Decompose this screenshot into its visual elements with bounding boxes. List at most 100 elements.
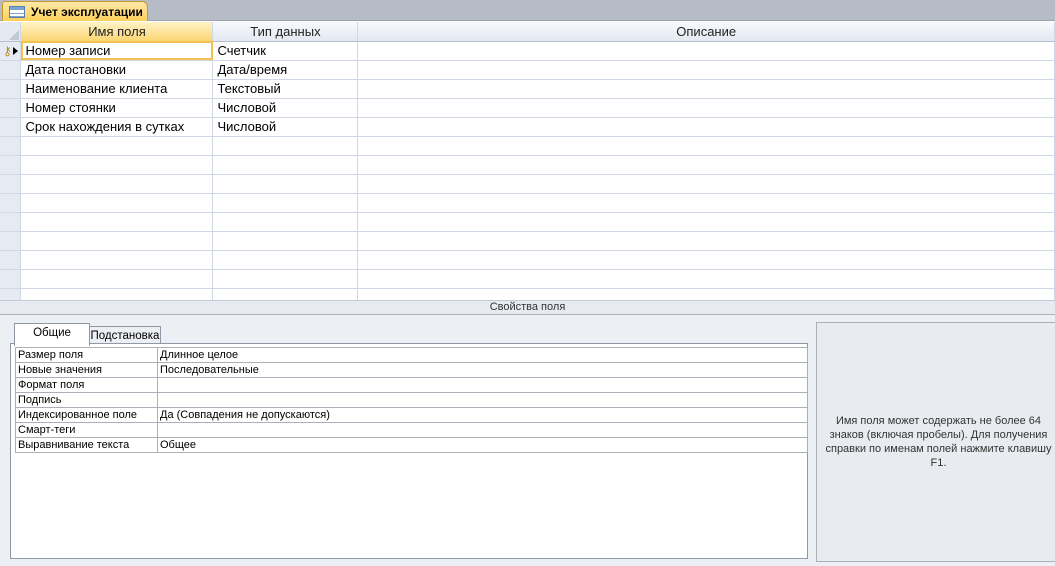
row-selector[interactable]: [0, 60, 22, 80]
field-name-cell[interactable]: [20, 174, 214, 194]
property-name: Выравнивание текста: [15, 437, 158, 453]
field-row[interactable]: [0, 250, 1055, 270]
row-selector[interactable]: [0, 136, 22, 156]
description-cell[interactable]: [357, 41, 1055, 61]
document-tab[interactable]: Учет эксплуатации: [2, 1, 148, 21]
property-value[interactable]: Общее: [157, 437, 808, 453]
help-text-box: Имя поля может содержать не более 64 зна…: [816, 322, 1055, 562]
general-properties-panel: Размер поля Длинное целое Новые значения По…: [10, 343, 808, 559]
description-cell[interactable]: [357, 136, 1055, 156]
property-row: Выравнивание текста Общее: [15, 437, 808, 453]
description-cell[interactable]: [357, 79, 1055, 99]
field-name-cell[interactable]: [20, 212, 214, 232]
field-row[interactable]: Номер стоянки Числовой: [0, 98, 1055, 118]
description-cell[interactable]: [357, 155, 1055, 175]
property-value[interactable]: [157, 422, 808, 438]
data-type-cell[interactable]: [212, 212, 359, 232]
field-row[interactable]: [0, 174, 1055, 194]
document-tab-title: Учет эксплуатации: [31, 4, 143, 19]
description-cell[interactable]: [357, 231, 1055, 251]
field-name-cell[interactable]: [20, 193, 214, 213]
field-row[interactable]: Дата постановки Дата/время: [0, 60, 1055, 80]
data-type-cell[interactable]: [212, 136, 359, 156]
field-name-cell[interactable]: [20, 136, 214, 156]
property-name: Подпись: [15, 392, 158, 408]
row-selector[interactable]: [0, 155, 22, 175]
field-name-cell[interactable]: Срок нахождения в сутках: [20, 117, 214, 137]
property-value[interactable]: Да (Совпадения не допускаются): [157, 407, 808, 423]
property-row: Индексированное поле Да (Совпадения не до…: [15, 407, 808, 423]
property-row: Смарт-теги: [15, 422, 808, 438]
description-cell[interactable]: [357, 288, 1055, 300]
row-selector[interactable]: [0, 288, 22, 300]
row-selector[interactable]: [0, 98, 22, 118]
property-name: Смарт-теги: [15, 422, 158, 438]
property-value[interactable]: Длинное целое: [157, 347, 808, 363]
row-selector-arrow-icon: [13, 46, 18, 55]
row-selector[interactable]: [0, 269, 22, 289]
help-text: Имя поля может содержать не более 64 зна…: [825, 415, 1052, 469]
description-cell[interactable]: [357, 193, 1055, 213]
data-type-cell[interactable]: [212, 193, 359, 213]
data-type-cell[interactable]: [212, 288, 359, 300]
field-row[interactable]: [0, 193, 1055, 213]
row-selector[interactable]: [0, 212, 22, 232]
field-row[interactable]: Наименование клиента Текстовый: [0, 79, 1055, 99]
field-row[interactable]: [0, 155, 1055, 175]
property-value[interactable]: Последовательные: [157, 362, 808, 378]
field-name-cell[interactable]: [20, 231, 214, 251]
data-type-cell[interactable]: Счетчик: [212, 41, 359, 61]
field-row[interactable]: [0, 136, 1055, 156]
data-type-cell[interactable]: Дата/время: [212, 60, 359, 80]
field-row[interactable]: [0, 288, 1055, 300]
field-name-cell[interactable]: [20, 155, 214, 175]
property-value[interactable]: [157, 377, 808, 393]
description-cell[interactable]: [357, 269, 1055, 289]
row-selector[interactable]: ⚷: [0, 41, 22, 61]
field-name-cell[interactable]: Дата постановки: [20, 60, 214, 80]
row-selector[interactable]: [0, 117, 22, 137]
field-row[interactable]: [0, 231, 1055, 251]
row-selector[interactable]: [0, 193, 22, 213]
description-cell[interactable]: [357, 212, 1055, 232]
select-all-corner[interactable]: [0, 22, 22, 42]
description-cell[interactable]: [357, 250, 1055, 270]
field-name-cell[interactable]: [20, 288, 214, 300]
tab-general[interactable]: Общие: [14, 323, 90, 346]
column-header-data-type[interactable]: Тип данных: [212, 22, 359, 42]
field-name-cell[interactable]: [20, 250, 214, 270]
column-header-description[interactable]: Описание: [357, 22, 1055, 42]
field-row[interactable]: [0, 269, 1055, 289]
description-cell[interactable]: [357, 60, 1055, 80]
field-properties-caption: Свойства поля: [0, 300, 1055, 315]
description-cell[interactable]: [357, 117, 1055, 137]
column-header-field-name[interactable]: Имя поля: [20, 22, 214, 42]
data-type-cell[interactable]: [212, 269, 359, 289]
description-cell[interactable]: [357, 174, 1055, 194]
row-selector[interactable]: [0, 79, 22, 99]
data-type-cell[interactable]: [212, 174, 359, 194]
field-name-cell[interactable]: [20, 269, 214, 289]
data-type-cell[interactable]: [212, 231, 359, 251]
row-selector[interactable]: [0, 174, 22, 194]
data-type-cell[interactable]: Числовой: [212, 98, 359, 118]
row-selector[interactable]: [0, 231, 22, 251]
data-type-cell[interactable]: [212, 155, 359, 175]
property-name: Новые значения: [15, 362, 158, 378]
field-row[interactable]: Срок нахождения в сутках Числовой: [0, 117, 1055, 137]
field-name-cell[interactable]: Наименование клиента: [20, 79, 214, 99]
property-name: Размер поля: [15, 347, 158, 363]
data-type-cell[interactable]: [212, 250, 359, 270]
key-icon: ⚷: [3, 43, 12, 58]
document-tab-strip: Учет эксплуатации: [0, 0, 1055, 21]
field-row[interactable]: ⚷ Номер записи Счетчик: [0, 41, 1055, 61]
row-selector[interactable]: [0, 250, 22, 270]
data-type-cell[interactable]: Текстовый: [212, 79, 359, 99]
grid-header-row: Имя поля Тип данных Описание: [0, 22, 1055, 42]
field-name-cell[interactable]: Номер стоянки: [20, 98, 214, 118]
field-row[interactable]: [0, 212, 1055, 232]
description-cell[interactable]: [357, 98, 1055, 118]
field-name-cell[interactable]: Номер записи: [20, 41, 214, 61]
data-type-cell[interactable]: Числовой: [212, 117, 359, 137]
property-value[interactable]: [157, 392, 808, 408]
